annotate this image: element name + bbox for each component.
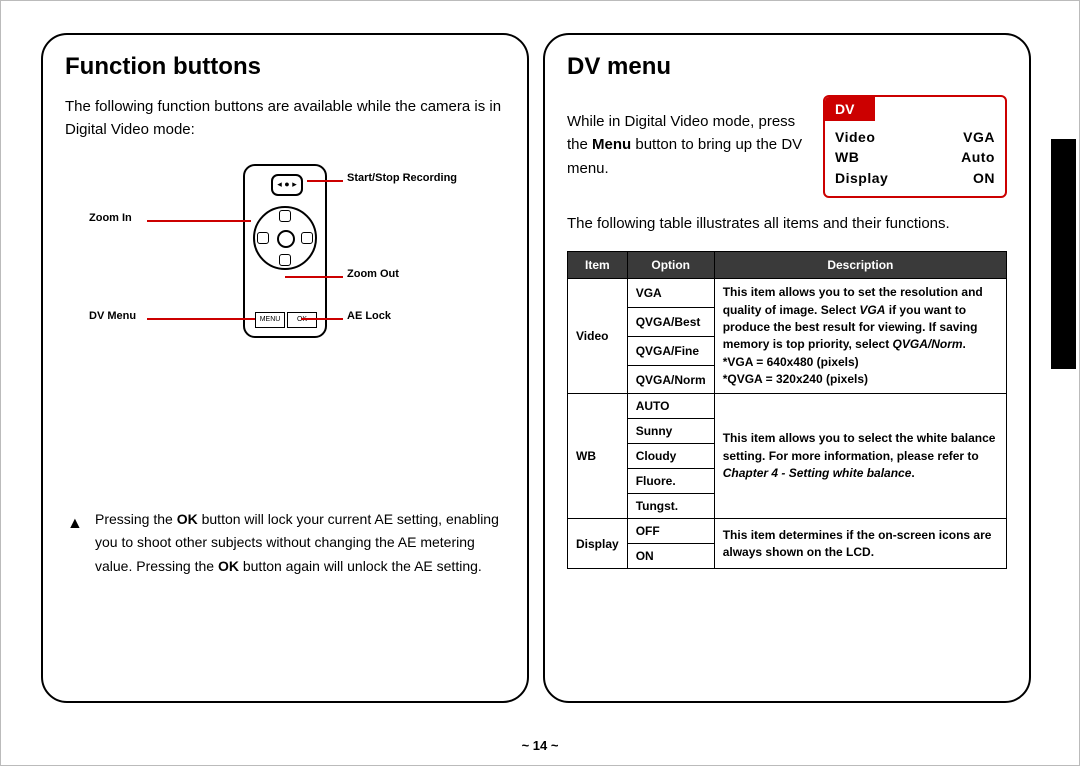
section-tab: Digital Video Mode [1051,139,1076,369]
controller-diagram: ◂ ● ▸ MENU OK Zoom In DV Menu Start/Stop… [65,158,505,348]
table-row: Display OFF This item determines if the … [568,519,1007,544]
dv-options-table: Item Option Description Video VGA This i… [567,251,1007,569]
dv-tab-label: DV [825,97,875,121]
zoom-out-label: Zoom Out [347,268,399,280]
table-row: Video VGA This item allows you to set th… [568,279,1007,308]
option-sunny: Sunny [627,419,714,444]
lead-line [147,220,251,222]
option-qvga-fine: QVGA/Fine [627,336,714,365]
item-video: Video [568,279,628,394]
th-item: Item [568,252,628,279]
function-buttons-panel: Function buttons The following function … [41,33,529,703]
option-qvga-best: QVGA/Best [627,307,714,336]
th-option: Option [627,252,714,279]
dpad-icon [253,206,317,270]
table-caption: The following table illustrates all item… [567,212,1007,235]
th-description: Description [714,252,1006,279]
ok-button-icon: OK [287,312,317,328]
function-buttons-intro: The following function buttons are avail… [65,95,505,142]
item-wb: WB [568,394,628,519]
lead-line [301,318,343,320]
option-qvga-norm: QVGA/Norm [627,365,714,394]
desc-display: This item determines if the on-screen ic… [714,519,1006,569]
lead-line [307,180,343,182]
record-button-icon: ◂ ● ▸ [271,174,303,196]
page-number: ~ 14 ~ [1,738,1079,753]
lead-line [147,318,255,320]
dv-menu-panel: DV menu While in Digital Video mode, pre… [543,33,1031,703]
dv-menu-label: DV Menu [89,310,136,322]
manual-page: Function buttons The following function … [0,0,1080,766]
option-off: OFF [627,519,714,544]
warning-icon: ▲ [67,510,83,537]
dv-menu-heading: DV menu [567,53,1007,81]
menu-button-icon: MENU [255,312,285,328]
option-auto: AUTO [627,394,714,419]
dv-row-display: Display ON [835,168,995,188]
option-on: ON [627,544,714,569]
ae-lock-label: AE Lock [347,310,391,322]
ae-lock-note: ▲ Pressing the OK button will lock your … [65,508,505,579]
desc-wb: This item allows you to select the white… [714,394,1006,519]
lead-line [285,276,343,278]
section-tab-label: Digital Video Mode [1037,253,1053,378]
function-buttons-heading: Function buttons [65,53,505,81]
zoom-in-label: Zoom In [89,212,132,224]
item-display: Display [568,519,628,569]
start-stop-label: Start/Stop Recording [347,172,457,184]
dv-row-wb: WB Auto [835,147,995,167]
dv-menu-preview: DV Video VGA WB Auto Display ON [823,95,1007,198]
desc-video: This item allows you to set the resoluti… [714,279,1006,394]
table-row: WB AUTO This item allows you to select t… [568,394,1007,419]
dv-row-video: Video VGA [835,127,995,147]
controller-outline: ◂ ● ▸ MENU OK [243,164,327,338]
option-cloudy: Cloudy [627,444,714,469]
option-vga: VGA [627,279,714,308]
option-tungst: Tungst. [627,494,714,519]
dv-menu-intro: While in Digital Video mode, press the M… [567,110,805,180]
option-fluore: Fluore. [627,469,714,494]
